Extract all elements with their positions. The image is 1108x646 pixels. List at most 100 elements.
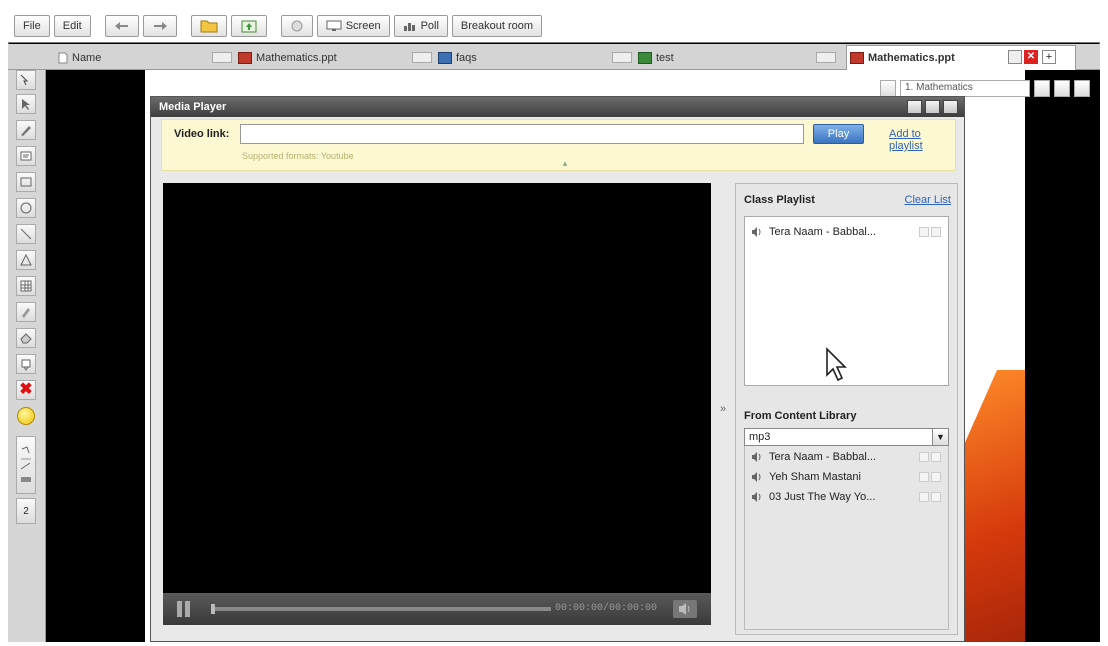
media-player-window: Media Player Video link: Play Add to pla… [150,96,965,642]
undo-button[interactable] [104,15,139,37]
audio-file-icon [752,472,761,482]
tab-menu-button[interactable] [1008,50,1022,64]
open-folder-button[interactable] [190,15,227,37]
video-area[interactable] [163,183,711,593]
list-item[interactable]: 03 Just The Way Yo... [751,488,945,506]
speaker-icon [679,603,690,615]
pause-button[interactable] [177,601,195,617]
emoticon-tool[interactable] [16,406,36,426]
mouse-cursor-icon [826,347,847,382]
clear-list-link[interactable]: Clear List [905,194,951,206]
content-library-title: From Content Library [744,410,857,422]
class-playlist: Tera Naam - Babbal... [744,216,949,386]
tab-test[interactable]: test [638,49,674,67]
volume-button[interactable] [673,600,697,618]
record-icon [291,20,303,32]
clear-tool[interactable]: ✖ [16,380,36,400]
text-tool[interactable] [16,146,36,166]
line-tool[interactable] [16,224,36,244]
next-slide-button[interactable] [1054,79,1070,97]
select-tool[interactable] [16,70,36,90]
play-item-button[interactable] [919,472,929,482]
list-item[interactable]: Tera Naam - Babbal... [751,223,945,241]
tab-controls[interactable] [212,52,232,63]
seek-bar[interactable] [211,607,551,611]
record-button[interactable] [280,15,313,37]
page-number: 2 [23,505,29,517]
tab-label: faqs [456,52,477,64]
ellipse-icon [20,202,32,214]
edit-menu-button[interactable]: Edit [53,15,91,37]
collapse-handle-icon[interactable]: ▴ [558,158,572,170]
spreadsheet-file-icon [638,52,652,64]
eraser-icon [20,333,32,344]
play-item-button[interactable] [919,492,929,502]
triangle-tool[interactable] [16,250,36,270]
text-box-icon [20,151,32,161]
upload-button[interactable] [230,15,267,37]
library-filter-value: mp3 [749,431,771,443]
file-menu-button[interactable]: File [14,15,50,37]
poll-label: Poll [420,20,439,32]
close-icon: ✕ [1026,51,1036,62]
expand-sidebar-icon[interactable]: » [720,403,726,415]
list-item[interactable]: Tera Naam - Babbal... [751,448,945,466]
page-indicator[interactable]: 2 [16,498,36,524]
stamp-icon [21,359,31,371]
color-width-tool[interactable] [16,436,36,494]
redo-icon [153,22,167,30]
add-item-button[interactable] [931,492,941,502]
table-tool[interactable] [16,276,36,296]
library-filter-select[interactable]: mp3 ▼ [744,428,949,446]
pointer-move-icon [20,74,29,86]
grid-view-button[interactable] [1074,79,1090,97]
library-item-title: Yeh Sham Mastani [769,471,861,483]
ellipse-tool[interactable] [16,198,36,218]
play-item-button[interactable] [919,452,929,462]
tab-mathematics-active[interactable]: Mathematics.ppt [850,49,955,67]
delete-icon: ✖ [19,381,33,398]
add-item-button[interactable] [931,452,941,462]
minimize-button[interactable] [907,100,922,114]
play-item-button[interactable] [919,227,929,237]
seek-handle[interactable] [211,604,215,614]
media-player-titlebar[interactable]: Media Player [151,97,964,117]
add-to-playlist-link[interactable]: Add to playlist [889,128,955,152]
prev-slide-button[interactable] [880,79,896,97]
maximize-button[interactable] [925,100,940,114]
video-link-input[interactable] [240,124,804,144]
item-actions [919,227,941,237]
arrow-tool[interactable] [16,94,36,114]
tab-name[interactable]: Name [58,49,101,67]
slide-selector[interactable]: 1. Mathematics [900,79,1030,97]
close-tab-button[interactable]: ✕ [1024,50,1038,64]
pause-bar [185,601,190,617]
tab-controls[interactable] [412,52,432,63]
rectangle-tool[interactable] [16,172,36,192]
add-item-button[interactable] [931,472,941,482]
class-playlist-title: Class Playlist [744,194,815,206]
tab-mathematics-1[interactable]: Mathematics.ppt [238,49,337,67]
eraser-tool[interactable] [16,328,36,348]
tab-controls[interactable] [816,52,836,63]
ppt-file-icon [238,52,252,64]
remove-item-button[interactable] [931,227,941,237]
pen-tool[interactable] [16,120,36,140]
play-link-button[interactable]: Play [813,124,864,144]
add-tab-button[interactable]: + [1042,50,1056,64]
tab-controls[interactable] [612,52,632,63]
highlighter-tool[interactable] [16,302,36,322]
highlighter-icon [22,308,30,318]
tab-faqs[interactable]: faqs [438,49,477,67]
breakout-room-button[interactable]: Breakout room [451,15,543,37]
top-toolbar: File Edit Screen Poll Breakout room [14,13,1094,39]
chevron-down-icon: ▼ [932,429,948,445]
stamp-tool[interactable] [16,354,36,374]
close-button[interactable] [943,100,958,114]
slide-dropdown-button[interactable] [1034,79,1050,97]
list-item[interactable]: Yeh Sham Mastani [751,468,945,486]
screen-share-button[interactable]: Screen [316,15,390,37]
poll-button[interactable]: Poll [393,15,448,37]
smiley-icon [17,407,35,425]
redo-button[interactable] [142,15,177,37]
